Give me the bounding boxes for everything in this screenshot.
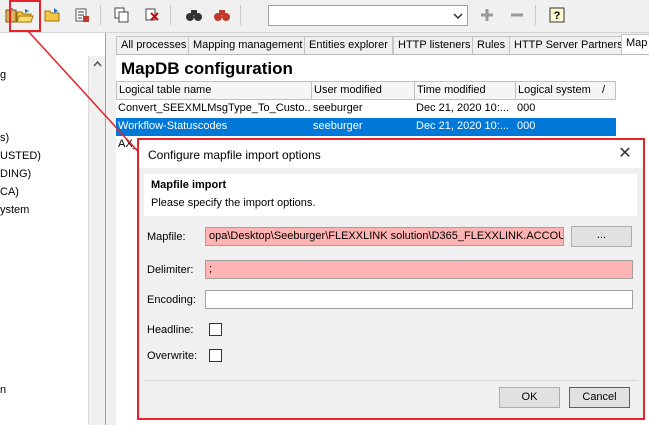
dialog-header-subtitle: Please specify the import options.: [151, 197, 316, 209]
mapfile-label: Mapfile:: [147, 231, 186, 243]
dialog-title: Configure mapfile import options: [148, 148, 321, 162]
headline-checkbox[interactable]: [209, 323, 222, 336]
import-options-dialog: Configure mapfile import options ✕ Mapfi…: [137, 138, 645, 420]
dialog-titlebar[interactable]: Configure mapfile import options ✕: [139, 140, 643, 168]
headline-label: Headline:: [147, 324, 194, 336]
encoding-label: Encoding:: [147, 294, 196, 306]
divider: [144, 380, 638, 381]
close-icon[interactable]: ✕: [615, 144, 635, 164]
ok-button[interactable]: OK: [499, 387, 560, 408]
delimiter-field[interactable]: ;: [205, 260, 633, 279]
encoding-field[interactable]: [205, 290, 633, 309]
overwrite-checkbox[interactable]: [209, 349, 222, 362]
delimiter-label: Delimiter:: [147, 264, 194, 276]
cancel-button[interactable]: Cancel: [569, 387, 630, 408]
dialog-header-title: Mapfile import: [151, 179, 227, 191]
overwrite-label: Overwrite:: [147, 350, 198, 362]
browse-button[interactable]: ...: [571, 226, 632, 247]
mapfile-field[interactable]: opa\Desktop\Seeburger\FLEXXLINK solution…: [205, 227, 564, 246]
dialog-header: Mapfile import Please specify the import…: [144, 174, 637, 216]
